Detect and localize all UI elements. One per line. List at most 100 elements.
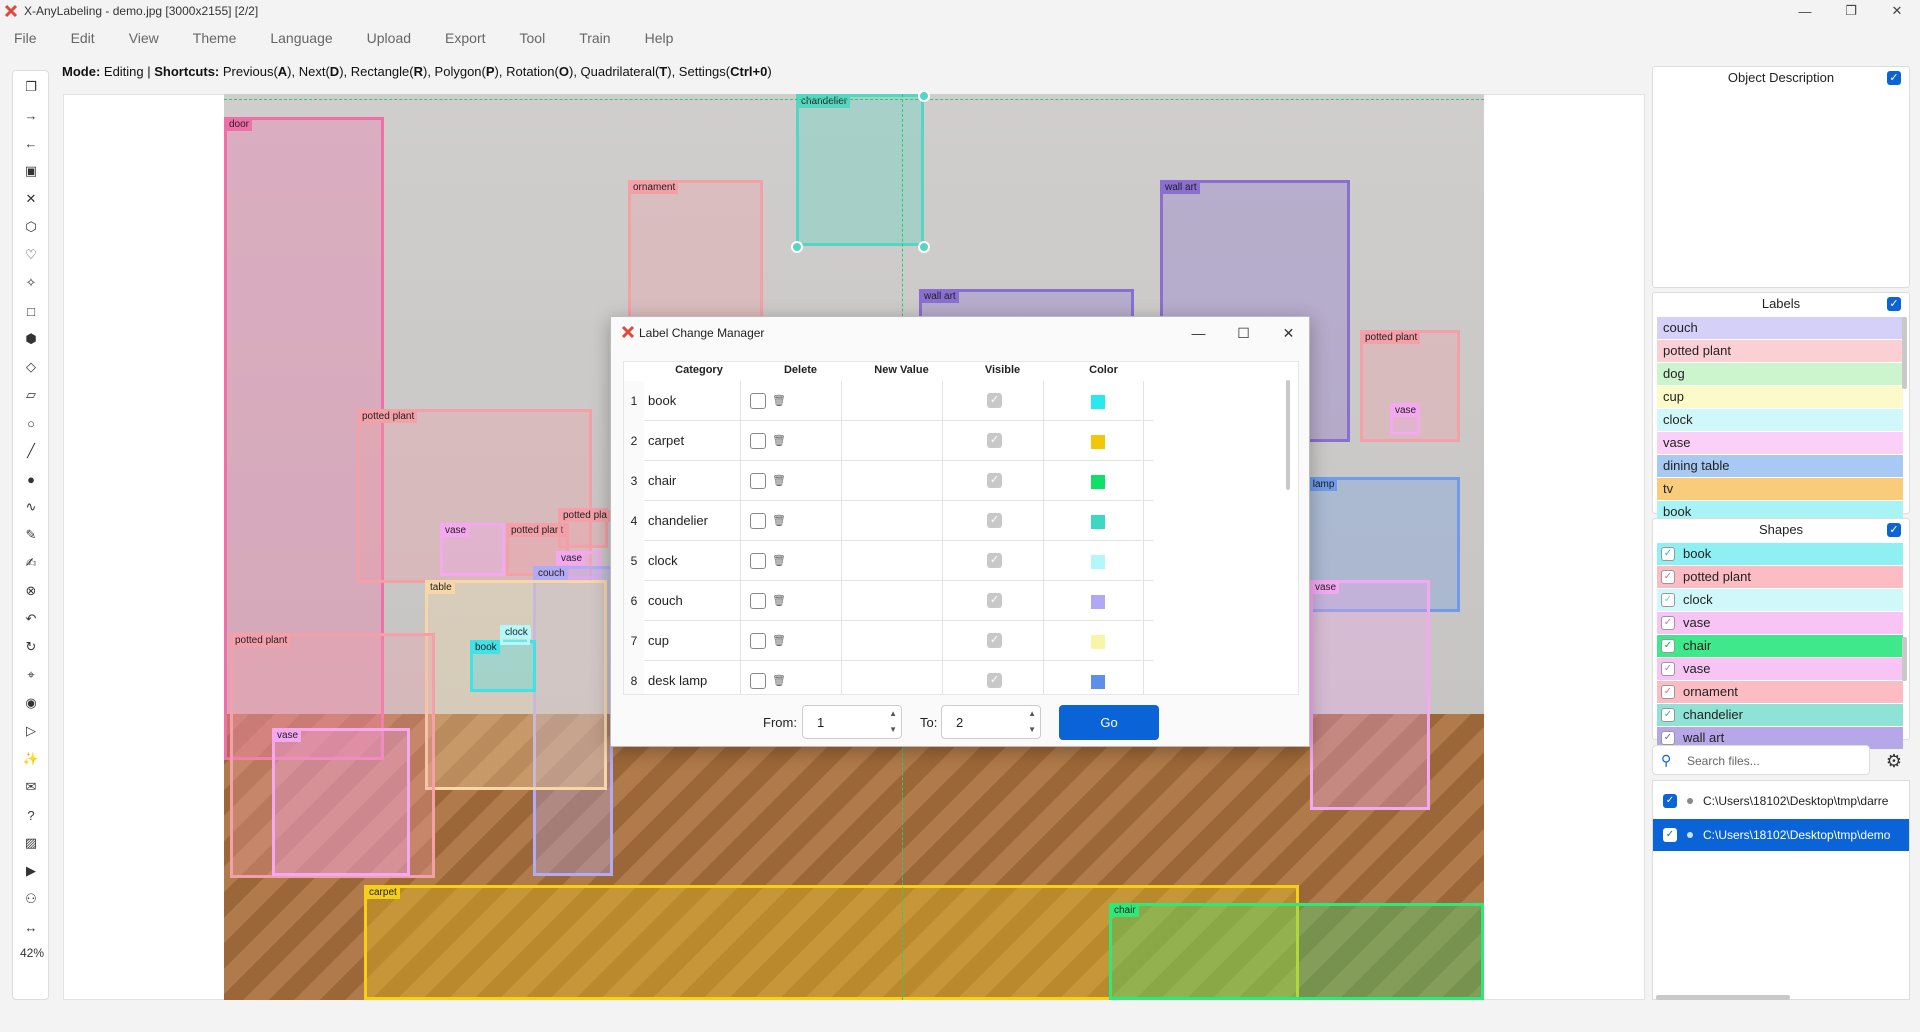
color-swatch[interactable] <box>1091 515 1105 529</box>
shape-visible-checkbox[interactable]: ✓ <box>1661 593 1675 607</box>
settings-gear-icon[interactable]: ⚙ <box>1880 747 1908 775</box>
annotation-box[interactable]: book <box>470 640 536 692</box>
shape-item[interactable]: ✓ ornament <box>1657 681 1903 703</box>
label-item[interactable]: vase <box>1657 432 1903 454</box>
trash-icon[interactable]: 🗑 <box>772 594 786 607</box>
shape-item[interactable]: ✓ book <box>1657 543 1903 565</box>
shape-visible-checkbox[interactable]: ✓ <box>1661 570 1675 584</box>
spin-down-icon[interactable]: ▼ <box>889 725 897 734</box>
spin-up-icon[interactable]: ▲ <box>889 709 897 718</box>
shape-item[interactable]: ✓ potted plant <box>1657 566 1903 588</box>
table-scrollbar[interactable] <box>1286 380 1290 490</box>
file-item[interactable]: ✓ C:\Users\18102\Desktop\tmp\demo <box>1653 819 1909 851</box>
trash-icon[interactable]: 🗑 <box>772 634 786 647</box>
dialog-minimize-icon[interactable]: — <box>1176 317 1221 349</box>
visible-checkbox[interactable]: ✓ <box>987 473 1002 488</box>
menu-train[interactable]: Train <box>579 30 610 46</box>
visible-checkbox[interactable]: ✓ <box>987 673 1002 688</box>
shape-visible-checkbox[interactable]: ✓ <box>1661 731 1675 745</box>
new-value-cell[interactable] <box>841 501 942 541</box>
label-item[interactable]: potted plant <box>1657 340 1903 362</box>
vertex-handle[interactable] <box>918 241 930 253</box>
label-item[interactable]: clock <box>1657 409 1903 431</box>
magic-wand-icon[interactable]: ✧ <box>21 273 41 293</box>
trash-icon[interactable]: 🗑 <box>772 514 786 527</box>
visible-checkbox[interactable]: ✓ <box>987 553 1002 568</box>
annotation-box[interactable]: chair <box>1109 903 1484 1000</box>
trash-icon[interactable]: 🗑 <box>772 554 786 567</box>
shapes-scrollbar[interactable] <box>1902 637 1907 681</box>
trash-icon[interactable]: 🗑 <box>772 434 786 447</box>
spin-up-icon[interactable]: ▲ <box>1028 709 1036 718</box>
shape-item[interactable]: ✓ chair <box>1657 635 1903 657</box>
quadrilateral-icon[interactable]: ▱ <box>21 385 41 405</box>
color-swatch[interactable] <box>1091 395 1105 409</box>
heart-shape-icon[interactable]: ♡ <box>21 245 41 265</box>
labels-toggle[interactable]: ✓ <box>1887 297 1901 311</box>
visible-checkbox[interactable]: ✓ <box>987 633 1002 648</box>
shape-visible-checkbox[interactable]: ✓ <box>1661 616 1675 630</box>
delete-checkbox[interactable] <box>750 673 766 689</box>
new-value-cell[interactable] <box>841 381 942 421</box>
menu-language[interactable]: Language <box>270 30 332 46</box>
delete-checkbox[interactable] <box>750 473 766 489</box>
restore-icon[interactable]: ❐ <box>1828 0 1874 22</box>
shape-visible-checkbox[interactable]: ✓ <box>1661 708 1675 722</box>
annotation-box[interactable]: vase <box>272 728 410 876</box>
shape-item[interactable]: ✓ clock <box>1657 589 1903 611</box>
new-value-cell[interactable] <box>841 661 942 694</box>
color-swatch[interactable] <box>1091 675 1105 689</box>
visible-checkbox[interactable]: ✓ <box>987 593 1002 608</box>
menu-tool[interactable]: Tool <box>520 30 546 46</box>
annotation-box[interactable]: potted pla <box>558 508 610 548</box>
visible-checkbox[interactable]: ✓ <box>987 393 1002 408</box>
go-button[interactable]: Go <box>1059 705 1159 740</box>
file-checkbox[interactable]: ✓ <box>1663 828 1677 842</box>
search-input[interactable]: Search files... <box>1687 754 1760 768</box>
file-search[interactable]: ⚲ Search files... <box>1652 745 1870 775</box>
annotation-box[interactable]: vase <box>1310 580 1430 810</box>
brush-icon[interactable]: ✎ <box>21 525 41 545</box>
label-item[interactable]: dog <box>1657 363 1903 385</box>
color-swatch[interactable] <box>1091 435 1105 449</box>
point-icon[interactable]: ● <box>21 469 41 489</box>
play-icon[interactable]: ▷ <box>21 721 41 741</box>
minimize-icon[interactable]: — <box>1782 0 1828 22</box>
visible-checkbox[interactable]: ✓ <box>987 433 1002 448</box>
menu-theme[interactable]: Theme <box>193 30 237 46</box>
menu-upload[interactable]: Upload <box>367 30 411 46</box>
spin-down-icon[interactable]: ▼ <box>1028 725 1036 734</box>
dialog-close-icon[interactable]: ✕ <box>1266 317 1311 349</box>
loop-icon[interactable]: ↻ <box>21 637 41 657</box>
cancel-icon[interactable]: ⊗ <box>21 581 41 601</box>
open-dir-icon[interactable]: ❐ <box>21 77 41 97</box>
shape-visible-checkbox[interactable]: ✓ <box>1661 685 1675 699</box>
close-icon[interactable]: ✕ <box>1874 0 1920 22</box>
to-spinbox[interactable]: 2 ▲ ▼ <box>941 705 1041 739</box>
file-item[interactable]: ✓ C:\Users\18102\Desktop\tmp\darre <box>1653 785 1909 817</box>
color-swatch[interactable] <box>1091 635 1105 649</box>
visible-checkbox[interactable]: ✓ <box>987 513 1002 528</box>
from-spinbox[interactable]: 1 ▲ ▼ <box>802 705 902 739</box>
delete-checkbox[interactable] <box>750 393 766 409</box>
sparkle-icon[interactable]: ✨ <box>21 749 41 769</box>
annotation-box[interactable]: chandelier <box>796 94 924 246</box>
label-item[interactable]: dining table <box>1657 455 1903 477</box>
line-icon[interactable]: ╱ <box>21 441 41 461</box>
menu-file[interactable]: File <box>14 30 37 46</box>
color-swatch[interactable] <box>1091 475 1105 489</box>
new-value-cell[interactable] <box>841 581 942 621</box>
linestrip-icon[interactable]: ∿ <box>21 497 41 517</box>
shape-visible-checkbox[interactable]: ✓ <box>1661 639 1675 653</box>
delete-checkbox[interactable] <box>750 513 766 529</box>
annotation-box[interactable]: vase <box>440 523 505 576</box>
label-item[interactable]: cup <box>1657 386 1903 408</box>
new-value-cell[interactable] <box>841 461 942 501</box>
dialog-maximize-icon[interactable]: ☐ <box>1221 317 1266 349</box>
label-item[interactable]: couch <box>1657 317 1903 339</box>
vertex-handle[interactable] <box>791 241 803 253</box>
edit-icon[interactable]: ✍ <box>21 553 41 573</box>
new-value-cell[interactable] <box>841 421 942 461</box>
annotation-box[interactable]: vase <box>1390 403 1420 435</box>
trash-icon[interactable]: 🗑 <box>772 474 786 487</box>
